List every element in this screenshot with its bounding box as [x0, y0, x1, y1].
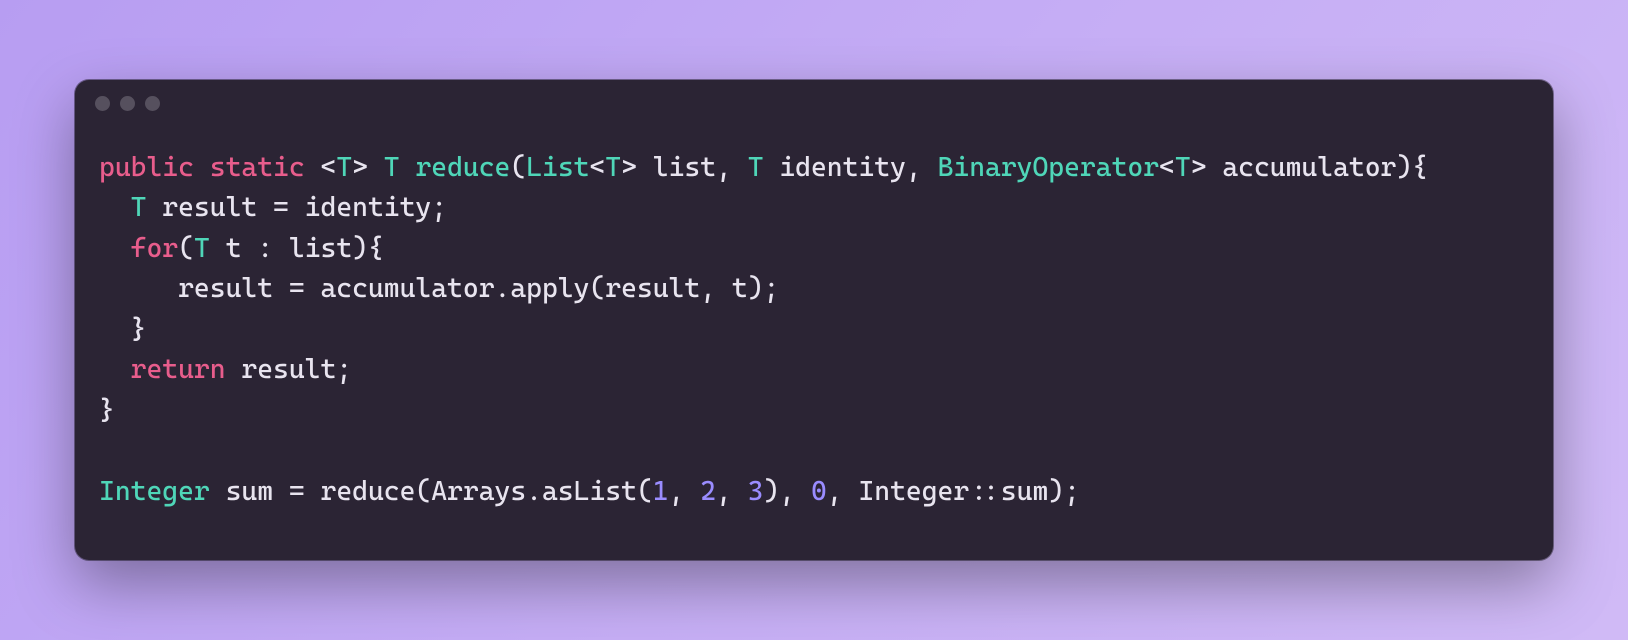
code-token-type: BinaryOperator [938, 152, 1159, 183]
code-token-plain [194, 152, 210, 183]
code-token-keyword: static [210, 152, 305, 183]
code-token-type: T [384, 152, 400, 183]
code-token-plain: > list, [621, 152, 748, 183]
code-token-plain: < [305, 152, 337, 183]
window-dot-zoom-icon[interactable] [145, 96, 160, 111]
code-token-plain: , Integer::sum); [827, 476, 1080, 507]
code-token-plain: identity, [764, 152, 938, 183]
code-window: public static <T> T reduce(List<T> list,… [75, 80, 1553, 561]
window-dot-close-icon[interactable] [95, 96, 110, 111]
code-token-type: T [194, 233, 210, 264]
code-token-plain: } [99, 314, 146, 345]
code-token-plain: , [669, 476, 701, 507]
code-token-type: T [605, 152, 621, 183]
code-token-keyword: public [99, 152, 194, 183]
code-token-plain: > [352, 152, 384, 183]
code-token-plain [99, 192, 131, 223]
code-token-plain: ( [510, 152, 526, 183]
code-token-type: Integer [99, 476, 210, 507]
code-token-type: T [336, 152, 352, 183]
code-token-plain: < [1159, 152, 1175, 183]
code-token-type: T [1175, 152, 1191, 183]
code-token-plain: result = identity; [146, 192, 447, 223]
code-token-plain [400, 152, 416, 183]
code-token-funcname: reduce [415, 152, 510, 183]
code-token-plain: sum = reduce(Arrays.asList( [210, 476, 653, 507]
code-token-plain: result; [226, 354, 353, 385]
code-token-number: 0 [811, 476, 827, 507]
code-token-plain: , [716, 476, 748, 507]
window-dot-minimize-icon[interactable] [120, 96, 135, 111]
code-token-plain: > accumulator){ [1191, 152, 1428, 183]
code-token-plain: } [99, 395, 115, 426]
code-token-number: 2 [700, 476, 716, 507]
code-area: public static <T> T reduce(List<T> list,… [75, 128, 1553, 561]
code-token-plain: result = accumulator.apply(result, t); [99, 273, 779, 304]
code-token-number: 3 [748, 476, 764, 507]
code-token-plain: ), [763, 476, 810, 507]
code-token-type: T [748, 152, 764, 183]
code-token-type: List [526, 152, 589, 183]
code-token-number: 1 [653, 476, 669, 507]
code-token-plain: t : list){ [210, 233, 384, 264]
code-block: public static <T> T reduce(List<T> list,… [99, 148, 1529, 513]
code-token-keyword: for [131, 233, 178, 264]
code-token-plain [99, 233, 131, 264]
code-token-type: T [131, 192, 147, 223]
code-token-plain: < [589, 152, 605, 183]
code-token-plain [99, 354, 131, 385]
code-token-keyword: return [131, 354, 226, 385]
window-titlebar [75, 80, 1553, 128]
code-token-plain: ( [178, 233, 194, 264]
